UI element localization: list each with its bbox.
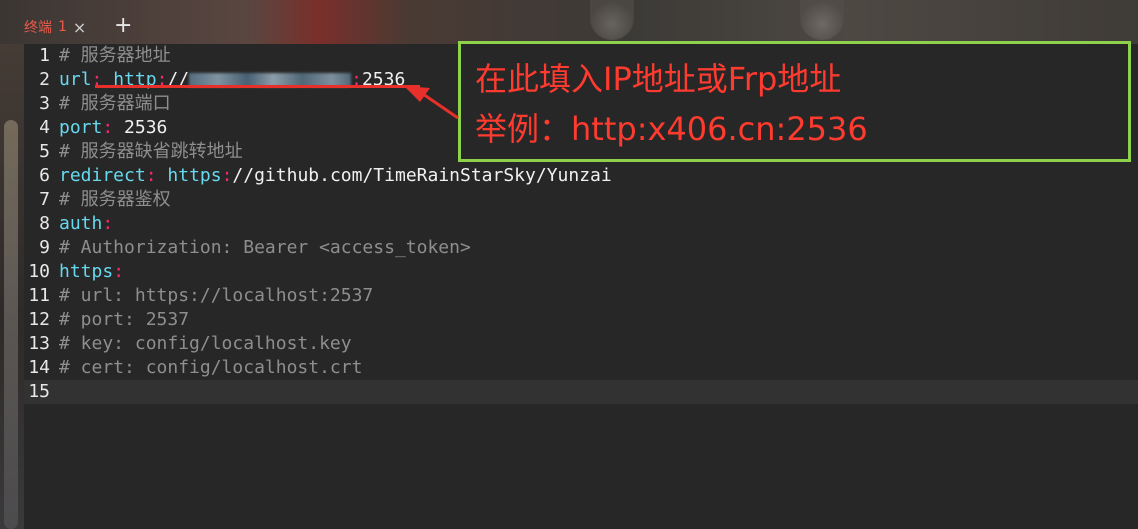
line-content: https: bbox=[59, 260, 124, 284]
code-line[interactable]: 14 # cert: config/localhost.crt bbox=[24, 356, 1138, 380]
line-content: # url: https://localhost:2537 bbox=[59, 284, 373, 308]
code-token: 2536 bbox=[124, 117, 168, 138]
annotation-box: 在此填入IP地址或Frp地址 举例：http:x406.cn:2536 bbox=[458, 41, 1131, 162]
line-number: 11 bbox=[28, 285, 50, 306]
code-token: : bbox=[113, 261, 125, 282]
background-artwork bbox=[0, 0, 24, 529]
line-content: # 服务器缺省跳转地址 bbox=[59, 140, 243, 164]
code-token: # url: https://localhost:2537 bbox=[59, 285, 374, 306]
code-token: //github.com/TimeRainStarSky/Yunzai bbox=[232, 165, 612, 186]
tab-terminal[interactable]: 终端 1 × bbox=[24, 16, 86, 38]
line-number: 6 bbox=[39, 165, 50, 186]
line-number: 13 bbox=[28, 333, 50, 354]
tab-bar: 终端 1 × + bbox=[0, 0, 1138, 44]
lamp-decoration bbox=[590, 0, 634, 40]
line-content: # port: 2537 bbox=[59, 308, 189, 332]
code-line[interactable]: 8 auth: bbox=[24, 212, 1138, 236]
artwork-detail bbox=[4, 120, 18, 529]
line-content: auth: bbox=[59, 212, 113, 236]
line-number: 4 bbox=[39, 117, 50, 138]
code-line[interactable]: 10 https: bbox=[24, 260, 1138, 284]
line-content: # cert: config/localhost.crt bbox=[59, 356, 362, 380]
code-line[interactable]: 12 # port: 2537 bbox=[24, 308, 1138, 332]
code-token: # 服务器地址 bbox=[59, 45, 171, 66]
line-number: 12 bbox=[28, 309, 50, 330]
code-token: # port: 2537 bbox=[59, 309, 190, 330]
code-line[interactable]: 9 # Authorization: Bearer <access_token> bbox=[24, 236, 1138, 260]
line-number: 3 bbox=[39, 93, 50, 114]
line-content: port: 2536 bbox=[59, 116, 167, 140]
code-token: : bbox=[145, 165, 168, 186]
code-token: # 服务器鉴权 bbox=[59, 189, 171, 210]
code-token: https bbox=[167, 165, 222, 186]
code-token: : bbox=[221, 165, 233, 186]
code-token: auth bbox=[59, 213, 103, 234]
line-content: # 服务器地址 bbox=[59, 44, 171, 68]
line-number: 15 bbox=[28, 381, 50, 402]
line-number: 1 bbox=[39, 45, 50, 66]
code-token: url bbox=[59, 69, 92, 90]
annotation-line-2: 举例：http:x406.cn:2536 bbox=[475, 110, 868, 148]
line-number: 2 bbox=[39, 69, 50, 90]
code-token: # key: config/localhost.key bbox=[59, 333, 352, 354]
code-token: : bbox=[102, 117, 125, 138]
line-number: 5 bbox=[39, 141, 50, 162]
close-icon[interactable]: × bbox=[73, 18, 86, 37]
code-token: : bbox=[102, 213, 114, 234]
code-line[interactable]: 11 # url: https://localhost:2537 bbox=[24, 284, 1138, 308]
line-number: 14 bbox=[28, 357, 50, 378]
url-underline bbox=[95, 85, 420, 88]
code-token: # Authorization: Bearer <access_token> bbox=[59, 237, 471, 258]
line-content: redirect: https://github.com/TimeRainSta… bbox=[59, 164, 612, 188]
line-number: 8 bbox=[39, 213, 50, 234]
tab-index: 1 bbox=[58, 19, 67, 35]
annotation-line-1: 在此填入IP地址或Frp地址 bbox=[475, 60, 842, 98]
code-line[interactable]: 6 redirect: https://github.com/TimeRainSt… bbox=[24, 164, 1138, 188]
code-token: # 服务器缺省跳转地址 bbox=[59, 141, 243, 162]
line-number: 9 bbox=[39, 237, 50, 258]
tab-title: 终端 bbox=[24, 20, 52, 36]
line-content: url: http://:2536 bbox=[59, 68, 405, 92]
line-number: 10 bbox=[28, 261, 50, 282]
lamp-decoration bbox=[800, 0, 844, 40]
new-tab-button[interactable]: + bbox=[114, 12, 132, 40]
code-token: port bbox=[59, 117, 103, 138]
line-number: 7 bbox=[39, 189, 50, 210]
code-token: # 服务器端口 bbox=[59, 93, 171, 114]
line-content: # 服务器端口 bbox=[59, 92, 171, 116]
code-line[interactable]: 7 # 服务器鉴权 bbox=[24, 188, 1138, 212]
code-line[interactable]: 15 bbox=[24, 380, 1138, 404]
code-token: https bbox=[59, 261, 114, 282]
code-token: redirect bbox=[59, 165, 146, 186]
code-token: # cert: config/localhost.crt bbox=[59, 357, 363, 378]
code-line[interactable]: 13 # key: config/localhost.key bbox=[24, 332, 1138, 356]
line-content: # 服务器鉴权 bbox=[59, 188, 171, 212]
line-content: # key: config/localhost.key bbox=[59, 332, 352, 356]
line-content: # Authorization: Bearer <access_token> bbox=[59, 236, 471, 260]
